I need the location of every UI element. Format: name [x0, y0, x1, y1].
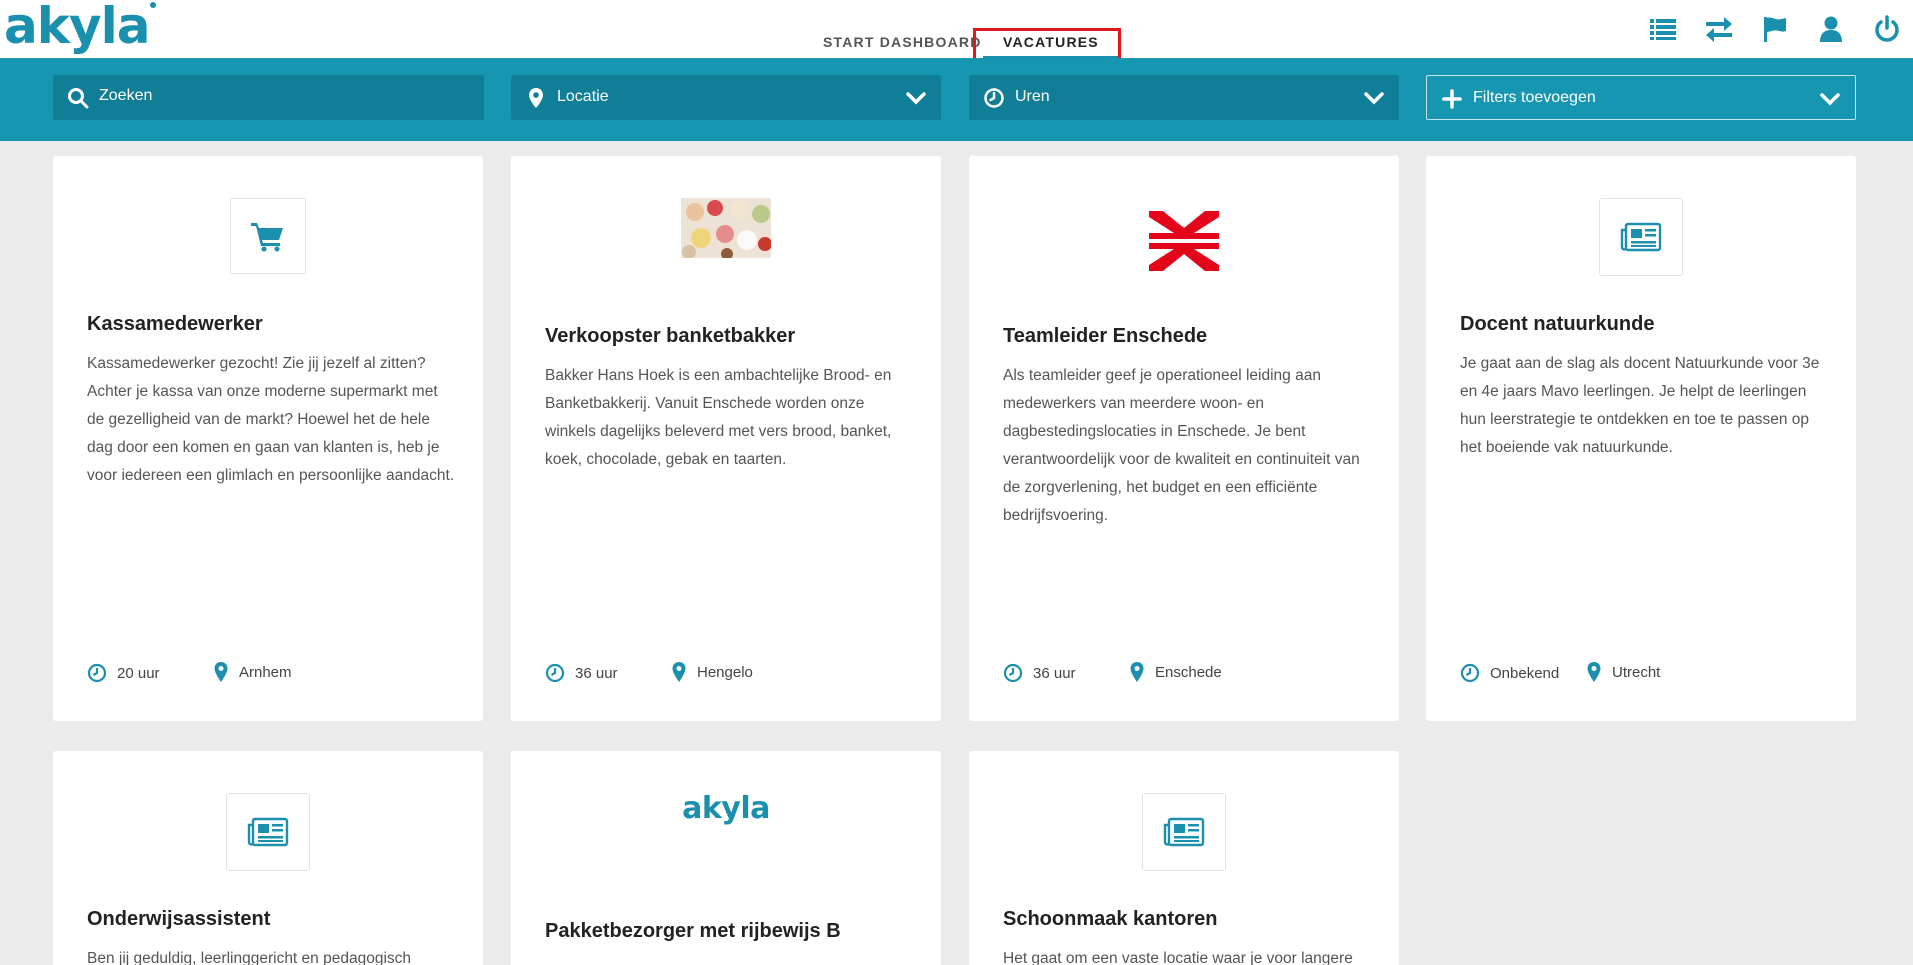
- company-logo: [681, 198, 771, 258]
- filter-bar: Locatie Uren Filters toevoegen: [0, 58, 1913, 141]
- vacancy-title[interactable]: Docent natuurkunde: [1460, 313, 1654, 336]
- vacancy-card[interactable]: Verkoopster banketbakker Bakker Hans Hoe…: [511, 156, 941, 721]
- newspaper-icon: [1599, 198, 1683, 276]
- vacancy-location: Arnhem: [213, 661, 292, 683]
- vacancy-description: Kassamedewerker gezocht! Zie jij jezelf …: [87, 355, 455, 484]
- vacancy-card[interactable]: akyla Pakketbezorger met rijbewijs B: [511, 751, 941, 965]
- add-filters-label: Filters toevoegen: [1473, 89, 1596, 106]
- flag-icon[interactable]: [1760, 14, 1790, 44]
- search-icon: [68, 88, 89, 109]
- vacancy-location: Utrecht: [1586, 661, 1660, 683]
- vacancy-hours: 36 uur: [545, 663, 618, 683]
- akyla-company-logo: akyla: [682, 791, 770, 826]
- vacancy-title[interactable]: Kassamedewerker: [87, 313, 263, 336]
- vacancy-title[interactable]: Teamleider Enschede: [1003, 325, 1207, 348]
- list-icon[interactable]: [1648, 14, 1678, 44]
- vacancy-description: Het gaat om een vaste locatie waar je vo…: [1003, 950, 1353, 965]
- vacancy-location: Enschede: [1129, 661, 1222, 683]
- search-field[interactable]: [53, 75, 484, 120]
- vacancy-card[interactable]: Docent natuurkunde Je gaat aan de slag a…: [1426, 156, 1856, 721]
- top-header: akyla START DASHBOARD VACATURES: [0, 0, 1913, 68]
- map-marker-icon: [672, 662, 686, 682]
- vacancy-hours: Onbekend: [1460, 663, 1559, 683]
- location-dropdown[interactable]: Locatie: [511, 75, 941, 120]
- location-text: Hengelo: [697, 663, 753, 681]
- vacancy-card[interactable]: Teamleider Enschede Als teamleider geef …: [969, 156, 1399, 721]
- location-text: Arnhem: [239, 663, 292, 681]
- main-nav: START DASHBOARD VACATURES: [0, 0, 1913, 68]
- clock-icon: [1003, 663, 1023, 683]
- vacancy-title[interactable]: Schoonmaak kantoren: [1003, 908, 1218, 931]
- tab-start-dashboard[interactable]: START DASHBOARD: [823, 34, 982, 50]
- vacancy-title[interactable]: Pakketbezorger met rijbewijs B: [545, 920, 841, 943]
- vacancy-card[interactable]: Kassamedewerker Kassamedewerker gezocht!…: [53, 156, 483, 721]
- search-input[interactable]: [99, 87, 399, 105]
- tab-vacatures[interactable]: VACATURES: [983, 34, 1119, 59]
- vacancy-description: Als teamleider geef je operationeel leid…: [1003, 367, 1360, 524]
- map-marker-icon: [1587, 662, 1601, 682]
- vacancy-hours: 36 uur: [1003, 663, 1076, 683]
- company-logo: [226, 793, 310, 871]
- transfer-icon[interactable]: [1704, 14, 1734, 44]
- tab-vacatures-label: VACATURES: [1003, 34, 1099, 50]
- hours-label: Uren: [1015, 88, 1050, 105]
- location-label: Locatie: [557, 88, 609, 105]
- bakery-photo: [681, 198, 771, 258]
- vacancy-card[interactable]: Onderwijsassistent Ben jij geduldig, lee…: [53, 751, 483, 965]
- location-text: Utrecht: [1612, 663, 1661, 681]
- cart-icon: [230, 198, 306, 274]
- map-marker-icon: [529, 88, 543, 108]
- hours-text: 36 uur: [575, 664, 618, 682]
- chevron-down-icon: [1364, 92, 1384, 105]
- company-logo: [1599, 198, 1683, 276]
- company-logo: [1142, 793, 1226, 871]
- vacancy-description: Bakker Hans Hoek is een ambachtelijke Br…: [545, 367, 892, 468]
- clock-icon: [545, 663, 565, 683]
- chevron-down-icon: [1820, 93, 1840, 106]
- ns-logo: [1149, 211, 1219, 271]
- hours-dropdown[interactable]: Uren: [969, 75, 1399, 120]
- company-logo: [1149, 211, 1219, 276]
- hours-text: 36 uur: [1033, 664, 1076, 682]
- newspaper-icon: [1142, 793, 1226, 871]
- vacancy-location: Hengelo: [671, 661, 753, 683]
- user-icon[interactable]: [1816, 14, 1846, 44]
- power-icon[interactable]: [1872, 14, 1902, 44]
- vacancy-title[interactable]: Onderwijsassistent: [87, 908, 270, 931]
- map-marker-icon: [1130, 662, 1144, 682]
- company-logo: akyla: [682, 791, 770, 826]
- add-filters-button[interactable]: Filters toevoegen: [1426, 75, 1856, 120]
- clock-icon: [984, 88, 1004, 108]
- company-logo: [230, 198, 306, 274]
- location-text: Enschede: [1155, 663, 1222, 681]
- vacancy-hours: 20 uur: [87, 663, 160, 683]
- newspaper-icon: [226, 793, 310, 871]
- plus-icon: [1442, 89, 1462, 109]
- vacancy-card[interactable]: Schoonmaak kantoren Het gaat om een vast…: [969, 751, 1399, 965]
- clock-icon: [87, 663, 107, 683]
- vacancy-description: Je gaat aan de slag als docent Natuurkun…: [1460, 355, 1820, 456]
- hours-text: 20 uur: [117, 664, 160, 682]
- hours-text: Onbekend: [1490, 664, 1560, 682]
- chevron-down-icon: [906, 92, 926, 105]
- map-marker-icon: [214, 662, 228, 682]
- vacancy-title[interactable]: Verkoopster banketbakker: [545, 325, 795, 348]
- vacancy-description: Ben jij geduldig, leerlinggericht en ped…: [87, 950, 412, 965]
- clock-icon: [1460, 663, 1480, 683]
